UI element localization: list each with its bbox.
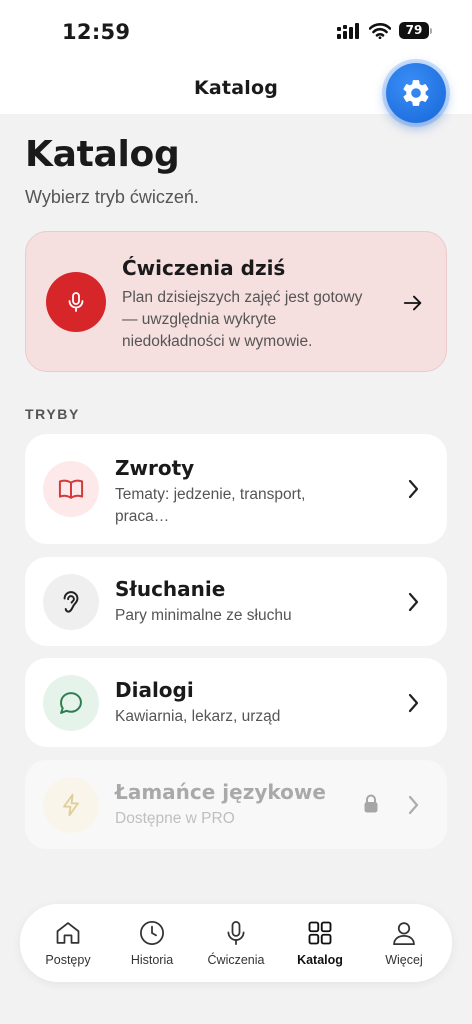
book-icon <box>58 479 84 499</box>
mode-title: Zwroty <box>115 456 195 480</box>
tab-progress[interactable]: Postępy <box>27 919 109 967</box>
mode-description: Tematy: jedzenie, transport, praca… <box>115 486 306 525</box>
tab-catalog[interactable]: Katalog <box>279 919 361 967</box>
chevron-right-icon <box>408 795 419 815</box>
mode-title: Łamańce językowe <box>115 780 326 804</box>
wifi-icon <box>369 22 391 39</box>
chevron-right-icon <box>408 479 419 499</box>
tab-label: Więcej <box>385 953 423 967</box>
mode-icon-badge <box>43 675 99 731</box>
section-label-modes: TRYBY <box>25 406 80 422</box>
tab-exercises[interactable]: Ćwiczenia <box>195 919 277 967</box>
tab-more[interactable]: Więcej <box>363 919 445 967</box>
chevron-right-icon <box>408 592 419 612</box>
grid-icon <box>308 921 332 945</box>
mode-icon-badge <box>43 574 99 630</box>
battery-icon: 79 <box>399 22 432 39</box>
page-subtitle: Wybierz tryb ćwiczeń. <box>25 187 199 207</box>
mode-card-phrases[interactable]: Zwroty Tematy: jedzenie, transport, prac… <box>25 434 447 544</box>
chevron-right-icon <box>408 693 419 713</box>
tab-bar: Postępy Historia Ćwiczenia Katalog Więce… <box>20 904 452 982</box>
status-icons: 79 <box>337 22 432 39</box>
status-bar: 12:59 79 <box>0 0 472 62</box>
chat-bubble-icon <box>60 692 82 714</box>
person-icon <box>393 922 415 945</box>
mode-description: Dostępne w PRO <box>115 810 235 827</box>
battery-level: 79 <box>399 22 429 39</box>
mode-title: Dialogi <box>115 678 194 702</box>
mode-card-tongue-twisters[interactable]: Łamańce językowe Dostępne w PRO <box>25 760 447 849</box>
today-card-description: Plan dzisiejszych zajęć jest gotowy — uw… <box>122 289 363 350</box>
today-exercises-card[interactable]: Ćwiczenia dziś Plan dzisiejszych zajęć j… <box>25 231 447 372</box>
ear-icon <box>63 591 79 613</box>
lock-icon <box>364 794 378 813</box>
tab-label: Katalog <box>297 953 343 967</box>
microphone-icon <box>227 921 245 945</box>
arrow-right-icon <box>403 295 422 311</box>
tab-label: Ćwiczenia <box>207 953 265 967</box>
tab-label: Historia <box>130 953 174 967</box>
gear-icon <box>403 80 429 106</box>
signal-icon <box>337 22 359 39</box>
mode-title: Słuchanie <box>115 577 226 601</box>
microphone-icon <box>68 292 84 312</box>
mode-card-listening[interactable]: Słuchanie Pary minimalne ze słuchu <box>25 557 447 646</box>
home-icon <box>56 922 80 944</box>
mode-description: Kawiarnia, lekarz, urząd <box>115 708 281 725</box>
lightning-icon <box>63 793 79 817</box>
page-title: Katalog <box>25 134 180 175</box>
tab-history[interactable]: Historia <box>111 919 193 967</box>
today-mic-badge <box>46 272 106 332</box>
tab-label: Postępy <box>45 953 91 967</box>
mode-description: Pary minimalne ze słuchu <box>115 607 292 624</box>
status-time: 12:59 <box>62 20 131 44</box>
today-card-title: Ćwiczenia dziś <box>122 256 286 280</box>
mode-card-dialogues[interactable]: Dialogi Kawiarnia, lekarz, urząd <box>25 658 447 747</box>
mode-icon-badge <box>43 461 99 517</box>
mode-icon-badge <box>43 777 99 833</box>
settings-button[interactable] <box>386 63 446 123</box>
clock-icon <box>140 921 164 945</box>
